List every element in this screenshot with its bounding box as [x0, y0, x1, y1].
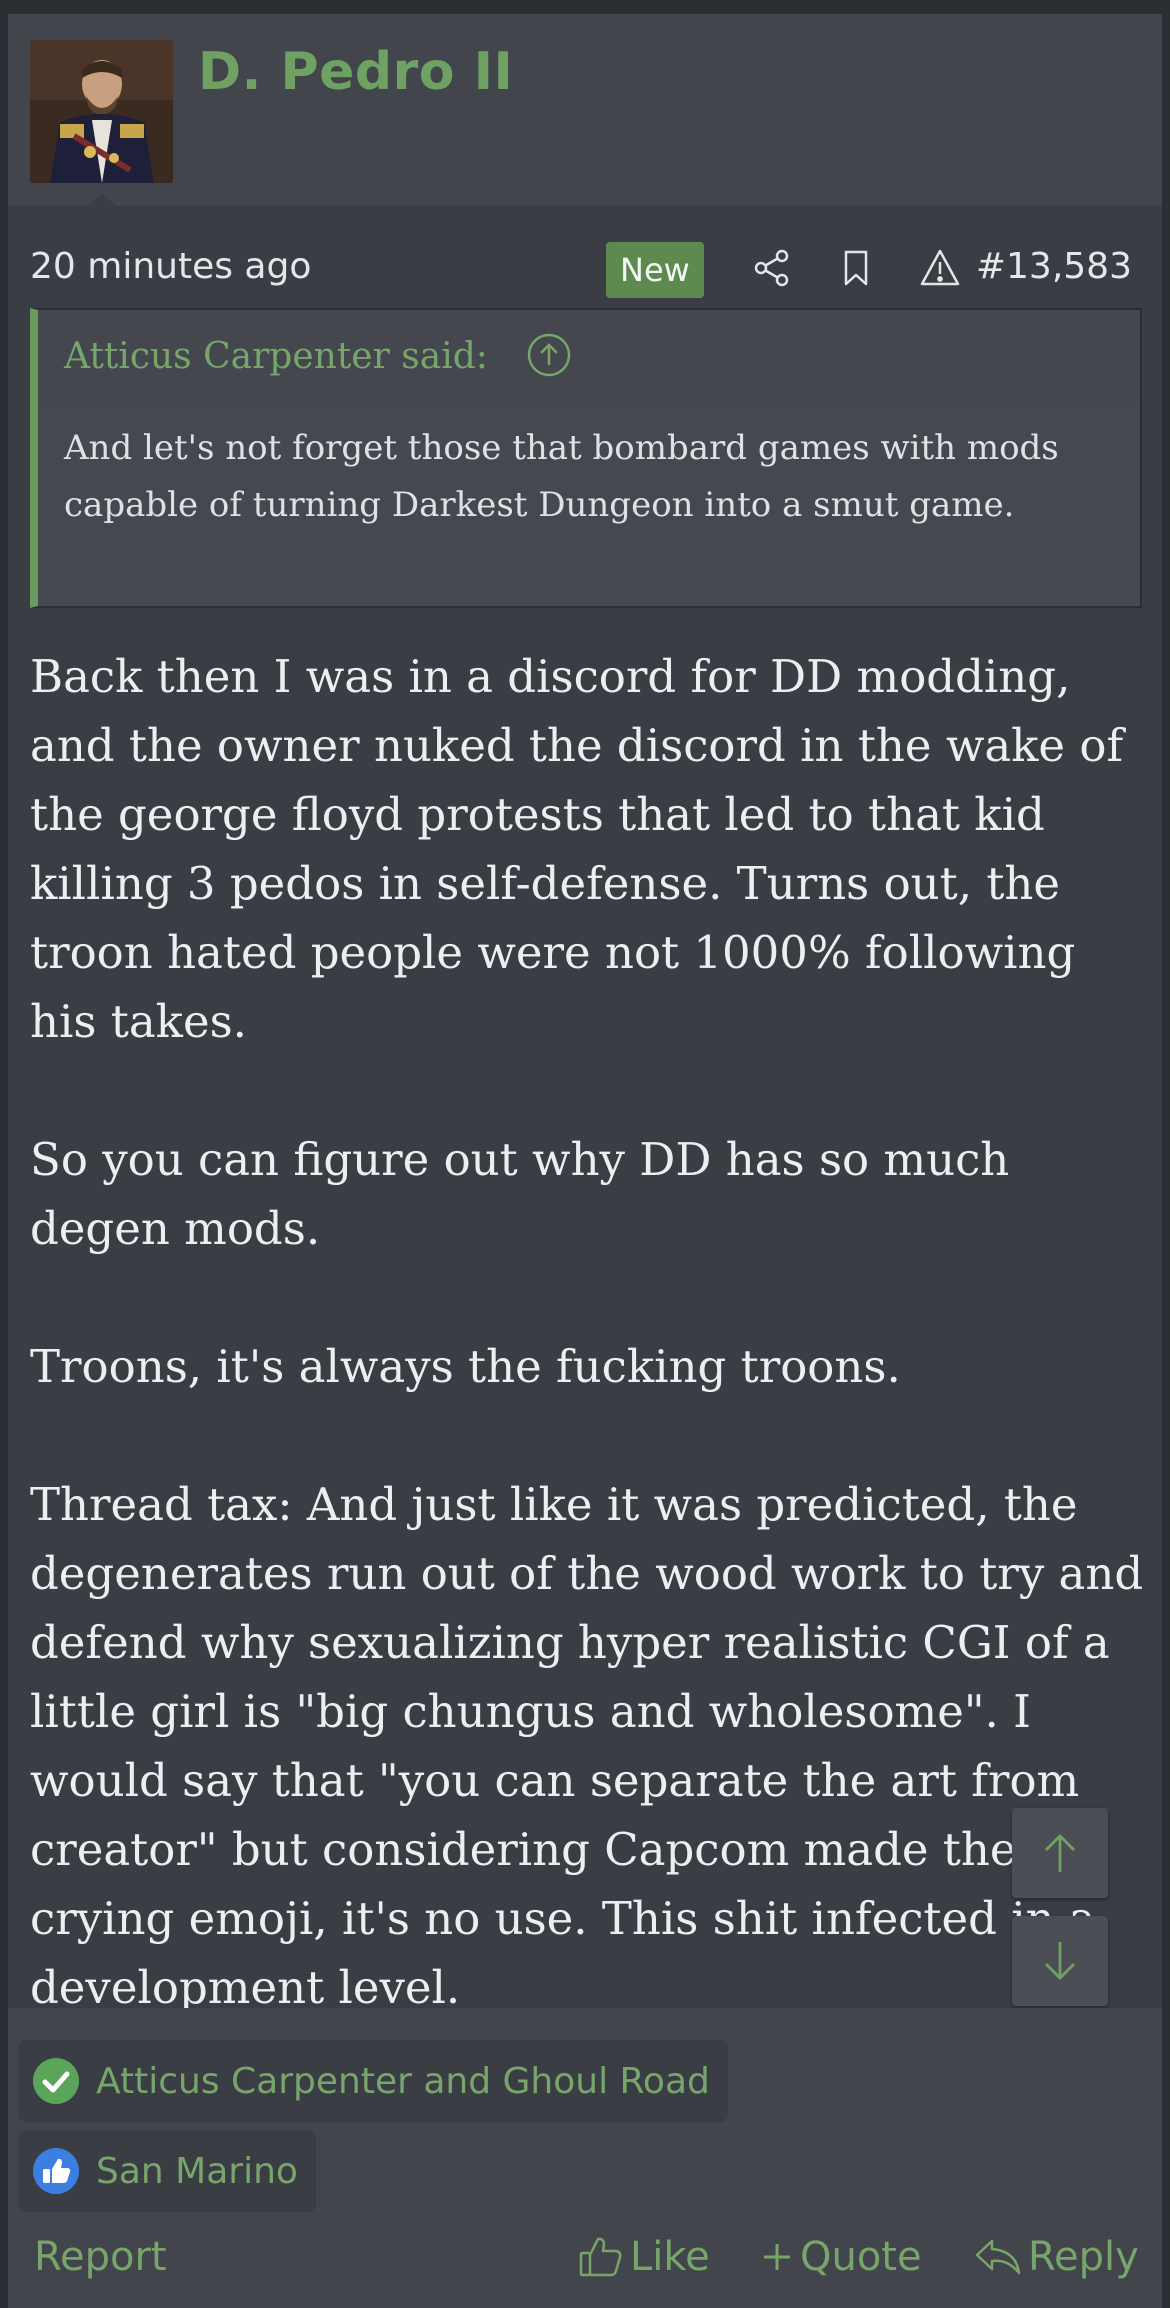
warning-icon[interactable] [918, 246, 962, 290]
post-header: D. Pedro II [8, 14, 1162, 206]
message-paragraph: Troons, it's always the fucking troons. [30, 1340, 901, 1393]
scroll-down-button[interactable] [1012, 1916, 1108, 2006]
thumbs-up-icon [33, 2148, 79, 2194]
reply-label: Reply [1028, 2234, 1139, 2280]
share-icon[interactable] [750, 246, 794, 290]
post-meta: 20 minutes ago New #13,583 [8, 206, 1162, 316]
quote-author[interactable]: Atticus Carpenter said: [64, 336, 488, 377]
checkmark-icon [33, 2058, 79, 2104]
new-badge: New [606, 242, 704, 298]
quote-header: Atticus Carpenter said: [38, 310, 1140, 404]
message-paragraph: Thread tax: And just like it was predict… [30, 1478, 1144, 2014]
post-number[interactable]: #13,583 [976, 246, 1132, 287]
forum-post: D. Pedro II 20 minutes ago New #13,583 A… [8, 14, 1162, 2308]
arrow-down-icon [1045, 1942, 1075, 1980]
arrow-up-circle-icon[interactable] [526, 332, 572, 378]
quote-label: Quote [800, 2234, 922, 2280]
avatar-pointer [88, 194, 116, 206]
post-time[interactable]: 20 minutes ago [30, 246, 311, 287]
arrow-up-icon [1045, 1834, 1075, 1872]
report-link[interactable]: Report [34, 2234, 167, 2280]
message-paragraph: Back then I was in a discord for DD modd… [30, 650, 1124, 1048]
scroll-up-button[interactable] [1012, 1808, 1108, 1898]
avatar[interactable] [30, 40, 173, 183]
reaction-users[interactable]: San Marino [96, 2151, 298, 2192]
quote-block: Atticus Carpenter said: And let's not fo… [30, 308, 1142, 608]
message-paragraph: So you can figure out why DD has so much… [30, 1133, 1010, 1255]
message-body: Back then I was in a discord for DD modd… [30, 642, 1150, 2091]
reply-icon [975, 2239, 1021, 2275]
report-label: Report [34, 2234, 167, 2280]
quote-text: And let's not forget those that bombard … [64, 428, 1059, 525]
reaction-summary-like[interactable]: Atticus Carpenter and Ghoul Road [18, 2040, 728, 2122]
thumbs-up-outline-icon [579, 2237, 622, 2277]
like-button[interactable]: Like [578, 2234, 710, 2280]
reply-button[interactable]: Reply [974, 2234, 1139, 2280]
plus-icon [764, 2244, 790, 2270]
quote-button[interactable]: Quote [760, 2234, 922, 2280]
bookmark-icon[interactable] [834, 246, 878, 290]
reaction-summary-thumbs[interactable]: San Marino [18, 2130, 316, 2212]
username[interactable]: D. Pedro II [198, 42, 513, 102]
reaction-users[interactable]: Atticus Carpenter and Ghoul Road [96, 2061, 710, 2102]
like-label: Like [630, 2234, 710, 2280]
